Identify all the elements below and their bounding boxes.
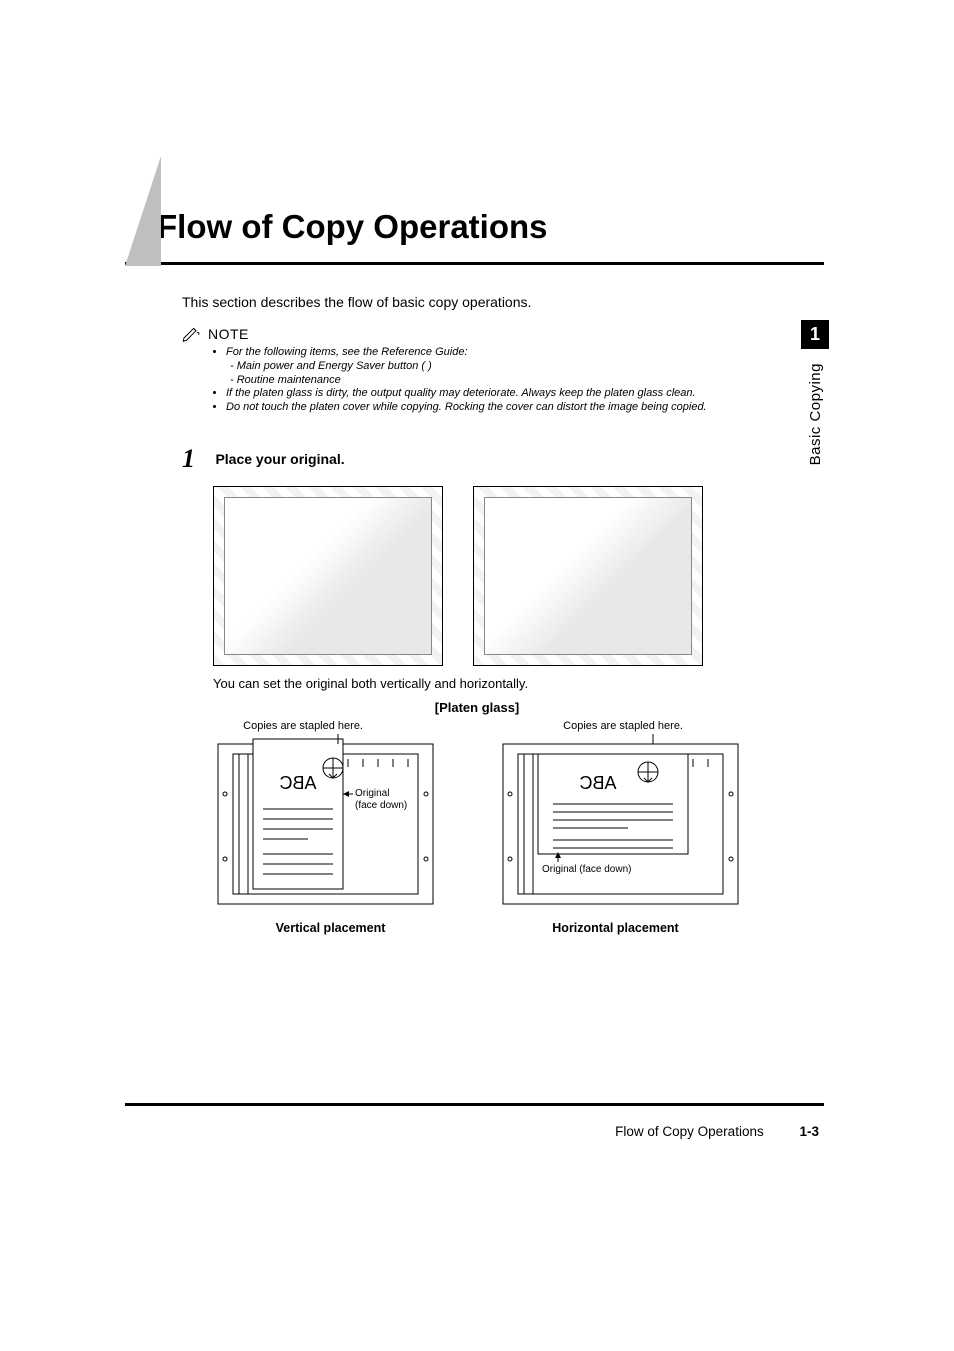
original-label-line1: Original (355, 788, 389, 799)
original-label-h: Original (face down) (542, 864, 631, 875)
page-number: 1-3 (799, 1124, 819, 1139)
doc-text: ABC (579, 773, 616, 793)
intro-text: This section describes the flow of basic… (182, 294, 531, 310)
copier-platen-open-illustration (473, 486, 703, 666)
horizontal-placement-label: Horizontal placement (498, 921, 733, 935)
copier-feeder-illustration (213, 486, 443, 666)
chapter-number-chip: 1 (801, 320, 829, 349)
note-label: NOTE (208, 326, 249, 342)
note-subitem: Routine maintenance (230, 374, 784, 388)
illustration-note: You can set the original both vertically… (213, 676, 528, 691)
footer-title: Flow of Copy Operations (615, 1124, 764, 1139)
platen-glass-label: [Platen glass] (0, 700, 954, 715)
step-1: 1 Place your original. (182, 444, 784, 474)
note-item: If the platen glass is dirty, the output… (226, 387, 784, 401)
illustration-row (213, 486, 703, 666)
section-heading: Flow of Copy Operations (125, 160, 824, 265)
note-subitem: Main power and Energy Saver button ( ) (230, 360, 784, 374)
chapter-side-tab: 1 Basic Copying (801, 320, 829, 465)
note-block: NOTE For the following items, see the Re… (182, 326, 784, 415)
doc-text: ABC (279, 773, 316, 793)
heading-triangle-decoration (125, 156, 161, 266)
staple-label: Copies are stapled here. (498, 720, 733, 732)
note-item: Do not touch the platen cover while copy… (226, 401, 784, 415)
horizontal-placement-diagram: ABC Original (face down) (498, 734, 743, 909)
vertical-placement-block: Copies are stapled here. (213, 720, 448, 935)
page-footer: Flow of Copy Operations 1-3 (615, 1124, 819, 1139)
step-title: Place your original. (215, 451, 344, 467)
horizontal-placement-block: Copies are stapled here. ABC (498, 720, 733, 935)
staple-label: Copies are stapled here. (213, 720, 448, 732)
note-item: For the following items, see the Referen… (226, 346, 784, 360)
footer-rule (125, 1103, 824, 1106)
heading-rule (125, 262, 824, 265)
original-label-line2: (face down) (355, 800, 407, 811)
chapter-label: Basic Copying (807, 363, 824, 465)
step-number: 1 (182, 444, 195, 474)
pencil-note-icon (182, 326, 202, 342)
heading-title: Flow of Copy Operations (125, 160, 824, 260)
vertical-placement-label: Vertical placement (213, 921, 448, 935)
vertical-placement-diagram: ABC Original ( (213, 734, 438, 909)
